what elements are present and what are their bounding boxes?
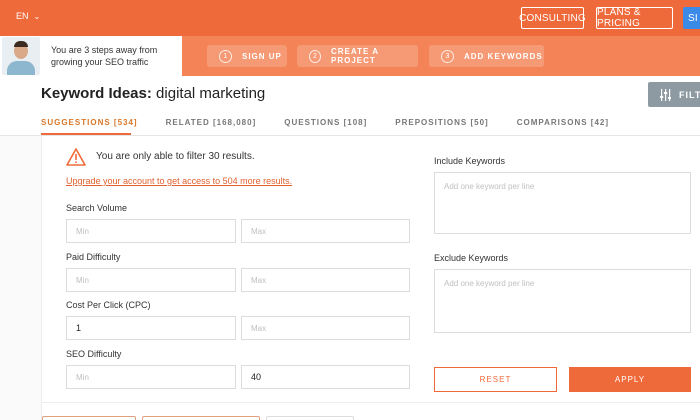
step-label: SIGN UP: [242, 51, 282, 61]
bottom-action-button[interactable]: [142, 416, 260, 420]
exclude-keywords-label: Exclude Keywords: [434, 253, 509, 263]
consulting-button[interactable]: CONSULTING: [519, 7, 586, 29]
warning-icon: [66, 148, 86, 166]
keyword-tabs: SUGGESTIONS [534] RELATED [168,080] QUES…: [41, 118, 637, 132]
filter-limit-warning: You are only able to filter 30 results.: [96, 151, 255, 162]
filter-button[interactable]: FILT: [648, 82, 700, 107]
upgrade-account-link[interactable]: Upgrade your account to get access to 50…: [66, 176, 292, 186]
plans-pricing-button[interactable]: PLANS & PRICING: [596, 7, 673, 29]
page-title: Keyword Ideas: digital marketing: [41, 85, 265, 102]
tabs-divider: [0, 135, 700, 136]
cpc-max-input[interactable]: Max: [241, 316, 410, 340]
language-code: EN: [16, 11, 29, 21]
left-gutter: [0, 136, 42, 420]
promo-text: You are 3 steps away from growing your S…: [51, 45, 158, 67]
page-title-query: digital marketing: [156, 85, 266, 102]
promo-banner: You are 3 steps away from growing your S…: [0, 36, 182, 76]
include-keywords-label: Include Keywords: [434, 156, 506, 166]
tab-related[interactable]: RELATED [168,080]: [166, 118, 257, 132]
seo-difficulty-min-input[interactable]: Min: [66, 365, 236, 389]
tab-suggestions[interactable]: SUGGESTIONS [534]: [41, 118, 138, 132]
page-title-prefix: Keyword Ideas:: [41, 85, 152, 102]
avatar: [2, 37, 40, 75]
tab-comparisons[interactable]: COMPARISONS [42]: [517, 118, 609, 132]
language-selector[interactable]: EN ⌄: [16, 11, 40, 21]
step-number: 1: [219, 49, 232, 63]
step-add-keywords[interactable]: 3 ADD KEYWORDS: [429, 45, 544, 67]
filter-button-label: FILT: [679, 89, 700, 100]
apply-button[interactable]: APPLY: [569, 367, 691, 392]
exclude-keywords-textarea[interactable]: Add one keyword per line: [434, 269, 691, 333]
step-label: ADD KEYWORDS: [464, 51, 543, 61]
cpc-label: Cost Per Click (CPC): [66, 300, 151, 310]
bottom-action-button[interactable]: [266, 416, 354, 420]
search-volume-max-input[interactable]: Max: [241, 219, 410, 243]
search-volume-label: Search Volume: [66, 203, 128, 213]
include-keywords-textarea[interactable]: Add one keyword per line: [434, 172, 691, 234]
step-number: 2: [309, 49, 321, 63]
sign-in-button[interactable]: SI: [683, 7, 700, 29]
top-navigation-bar: [0, 0, 700, 36]
step-label: CREATE A PROJECT: [331, 47, 379, 65]
chevron-down-icon: ⌄: [33, 11, 41, 21]
step-number: 3: [441, 49, 454, 63]
search-volume-min-input[interactable]: Min: [66, 219, 236, 243]
paid-difficulty-label: Paid Difficulty: [66, 252, 121, 262]
paid-difficulty-max-input[interactable]: Max: [241, 268, 410, 292]
tab-questions[interactable]: QUESTIONS [108]: [284, 118, 367, 132]
cpc-min-input[interactable]: 1: [66, 316, 236, 340]
step-sign-up[interactable]: 1 SIGN UP: [207, 45, 287, 67]
step-create-project[interactable]: 2 CREATE A PROJECT: [297, 45, 418, 67]
reset-button[interactable]: RESET: [434, 367, 557, 392]
seo-difficulty-max-input[interactable]: 40: [241, 365, 410, 389]
sliders-icon: [660, 88, 671, 101]
tab-prepositions[interactable]: PREPOSITIONS [50]: [395, 118, 488, 132]
bottom-action-button[interactable]: [42, 416, 136, 420]
seo-difficulty-label: SEO Difficulty: [66, 349, 122, 359]
panel-bottom-divider: [42, 402, 700, 403]
paid-difficulty-min-input[interactable]: Min: [66, 268, 236, 292]
